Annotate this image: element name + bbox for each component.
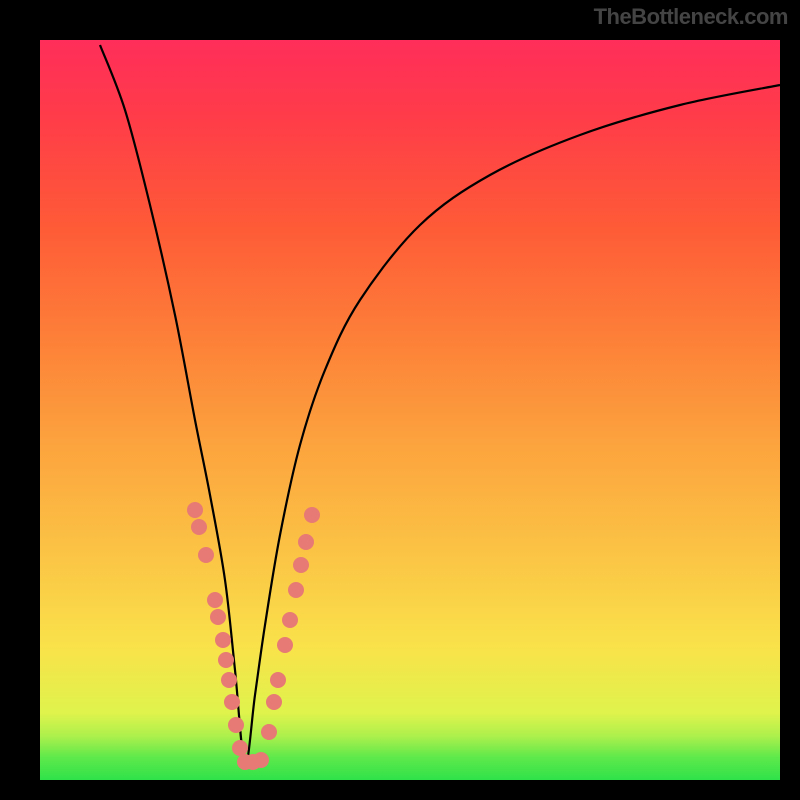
chart-plot-area bbox=[40, 40, 780, 780]
watermark-text: TheBottleneck.com bbox=[594, 4, 788, 30]
chart-svg bbox=[40, 40, 780, 780]
highlight-dot bbox=[270, 672, 286, 688]
highlight-dot bbox=[288, 582, 304, 598]
highlight-dots bbox=[187, 502, 320, 770]
highlight-dot bbox=[253, 752, 269, 768]
highlight-dot bbox=[232, 740, 248, 756]
bottleneck-curve bbox=[100, 45, 780, 765]
highlight-dot bbox=[293, 557, 309, 573]
highlight-dot bbox=[218, 652, 234, 668]
highlight-dot bbox=[198, 547, 214, 563]
highlight-dot bbox=[187, 502, 203, 518]
highlight-dot bbox=[282, 612, 298, 628]
highlight-dot bbox=[228, 717, 244, 733]
highlight-dot bbox=[304, 507, 320, 523]
highlight-dot bbox=[191, 519, 207, 535]
highlight-dot bbox=[266, 694, 282, 710]
highlight-dot bbox=[221, 672, 237, 688]
highlight-dot bbox=[224, 694, 240, 710]
highlight-dot bbox=[261, 724, 277, 740]
highlight-dot bbox=[215, 632, 231, 648]
highlight-dot bbox=[207, 592, 223, 608]
highlight-dot bbox=[298, 534, 314, 550]
highlight-dot bbox=[210, 609, 226, 625]
highlight-dot bbox=[277, 637, 293, 653]
